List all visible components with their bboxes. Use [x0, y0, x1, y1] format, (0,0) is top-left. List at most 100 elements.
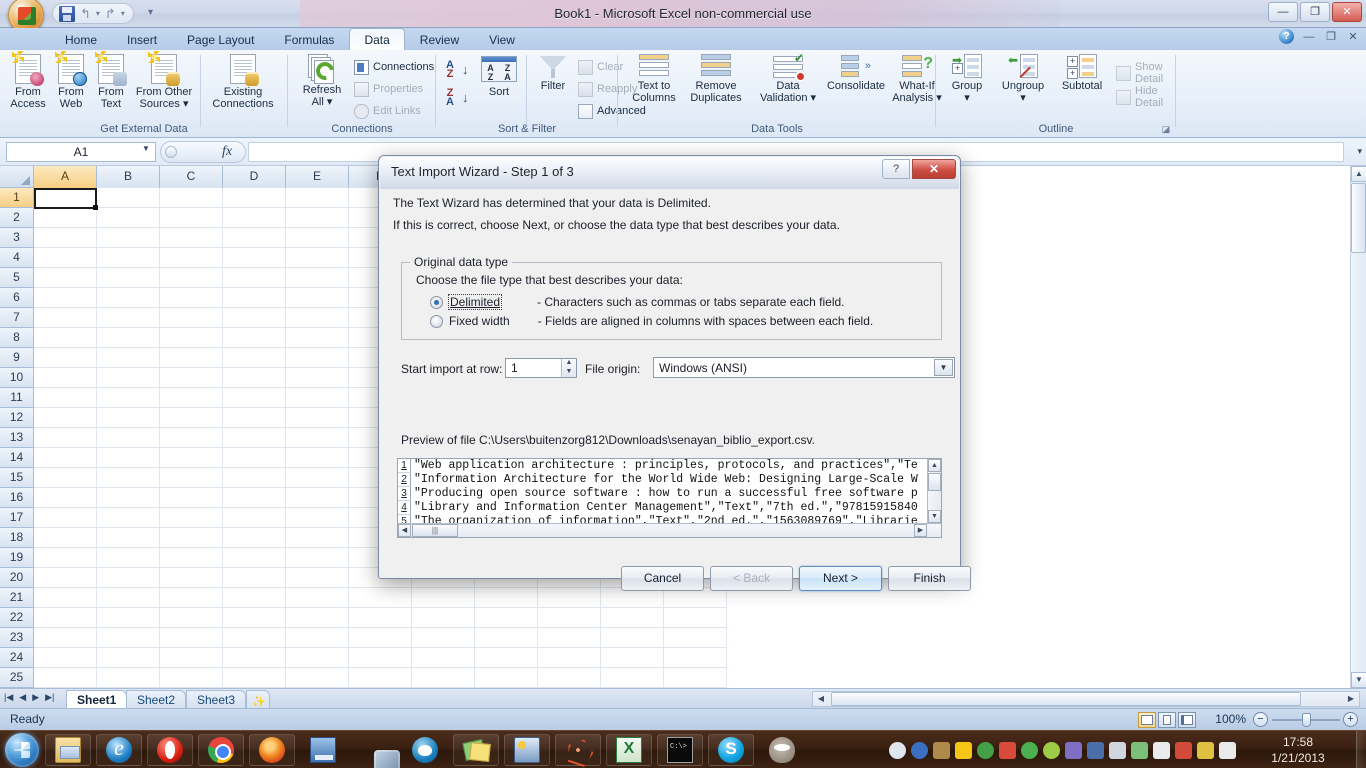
row-header-15[interactable]: 15: [0, 468, 34, 488]
delimited-radio-icon[interactable]: [430, 295, 443, 309]
cell-B17[interactable]: [97, 508, 160, 528]
finish-button[interactable]: Finish: [888, 566, 971, 591]
cell-E16[interactable]: [286, 488, 349, 508]
sheet-tab-sheet1[interactable]: Sheet1: [66, 690, 128, 709]
cell-C5[interactable]: [160, 268, 223, 288]
cell-S25[interactable]: [538, 668, 601, 688]
row-header-5[interactable]: 5: [0, 268, 34, 288]
dialog-help-button[interactable]: ?: [882, 159, 910, 179]
tray-icon-diamond[interactable]: [911, 741, 928, 759]
cell-C21[interactable]: [160, 588, 223, 608]
row-header-16[interactable]: 16: [0, 488, 34, 508]
cell-B2[interactable]: [97, 208, 160, 228]
cell-C8[interactable]: [160, 328, 223, 348]
cell-C14[interactable]: [160, 448, 223, 468]
preview-scroll-up-button[interactable]: ▲: [928, 459, 941, 472]
cell-C17[interactable]: [160, 508, 223, 528]
cell-C12[interactable]: [160, 408, 223, 428]
cell-A19[interactable]: [34, 548, 97, 568]
cell-E20[interactable]: [286, 568, 349, 588]
taskbar-item-skype[interactable]: [708, 734, 754, 766]
tray-icon-money[interactable]: [1131, 741, 1148, 759]
cell-S24[interactable]: [538, 648, 601, 668]
cell-S23[interactable]: [538, 628, 601, 648]
hide-detail-button[interactable]: Hide Detail: [1116, 85, 1176, 109]
nav-prev-sheet-button[interactable]: ◀: [19, 692, 26, 703]
tray-icon-folder-sync[interactable]: [933, 741, 950, 759]
cell-P21[interactable]: [349, 588, 412, 608]
row-header-18[interactable]: 18: [0, 528, 34, 548]
close-button[interactable]: ✕: [1332, 2, 1362, 22]
file-origin-dropdown-icon[interactable]: ▼: [934, 359, 953, 376]
cell-P25[interactable]: [349, 668, 412, 688]
cell-B23[interactable]: [97, 628, 160, 648]
cancel-button[interactable]: Cancel: [621, 566, 704, 591]
fixed-width-radio-icon[interactable]: [430, 314, 443, 328]
redo-icon[interactable]: ↱: [105, 6, 116, 22]
cell-D16[interactable]: [223, 488, 286, 508]
zoom-out-button[interactable]: −: [1253, 712, 1268, 727]
cell-R23[interactable]: [475, 628, 538, 648]
help-icon[interactable]: ?: [1279, 29, 1294, 44]
consolidate-button[interactable]: » Consolidate: [824, 54, 888, 92]
zoom-slider-thumb[interactable]: [1302, 713, 1311, 727]
cell-D20[interactable]: [223, 568, 286, 588]
cell-U25[interactable]: [664, 668, 727, 688]
cell-E19[interactable]: [286, 548, 349, 568]
cell-C16[interactable]: [160, 488, 223, 508]
row-header-1[interactable]: 1: [0, 188, 34, 208]
preview-vscroll-thumb[interactable]: [928, 473, 941, 491]
row-header-4[interactable]: 4: [0, 248, 34, 268]
taskbar-item-remote-desktop[interactable]: [300, 734, 346, 766]
cell-E3[interactable]: [286, 228, 349, 248]
cell-A5[interactable]: [34, 268, 97, 288]
next-button[interactable]: Next >: [799, 566, 882, 591]
horizontal-scroll-thumb[interactable]: [831, 692, 1301, 706]
preview-vertical-scrollbar[interactable]: ▲ ▼: [927, 459, 941, 523]
cell-D15[interactable]: [223, 468, 286, 488]
cell-B6[interactable]: [97, 288, 160, 308]
taskbar-item-command-prompt[interactable]: [657, 734, 703, 766]
from-text-button[interactable]: From Text: [92, 51, 130, 110]
cell-A15[interactable]: [34, 468, 97, 488]
row-header-11[interactable]: 11: [0, 388, 34, 408]
expand-formula-bar-icon[interactable]: ▾: [1357, 146, 1362, 157]
refresh-all-button[interactable]: Refresh All ▾: [294, 54, 350, 108]
cell-D9[interactable]: [223, 348, 286, 368]
show-detail-button[interactable]: Show Detail: [1116, 61, 1176, 85]
cell-A13[interactable]: [34, 428, 97, 448]
preview-horizontal-scrollbar[interactable]: ◀ ||| ▶: [398, 523, 941, 537]
data-validation-button[interactable]: ✔ Data Validation ▾: [752, 52, 824, 104]
nav-next-sheet-button[interactable]: ▶: [32, 692, 39, 703]
cell-E7[interactable]: [286, 308, 349, 328]
cell-A8[interactable]: [34, 328, 97, 348]
cell-B13[interactable]: [97, 428, 160, 448]
taskbar-item-google-chrome[interactable]: [198, 734, 244, 766]
active-cell-a1[interactable]: [34, 188, 98, 210]
cell-C25[interactable]: [160, 668, 223, 688]
normal-view-button[interactable]: [1138, 712, 1156, 728]
cell-T22[interactable]: [601, 608, 664, 628]
start-row-input[interactable]: 1 ▲ ▼: [505, 358, 577, 378]
save-icon[interactable]: [59, 5, 75, 22]
cell-D8[interactable]: [223, 328, 286, 348]
cell-D6[interactable]: [223, 288, 286, 308]
row-header-19[interactable]: 19: [0, 548, 34, 568]
cell-C11[interactable]: [160, 388, 223, 408]
zoom-level-label[interactable]: 100%: [1215, 712, 1246, 726]
tray-icon-flag[interactable]: [1153, 741, 1170, 759]
cell-E9[interactable]: [286, 348, 349, 368]
outline-dialog-launcher[interactable]: ◪: [1160, 123, 1172, 135]
cell-B19[interactable]: [97, 548, 160, 568]
zoom-in-button[interactable]: +: [1343, 712, 1358, 727]
subtotal-button[interactable]: + + Subtotal: [1054, 54, 1110, 92]
cell-R22[interactable]: [475, 608, 538, 628]
cell-A17[interactable]: [34, 508, 97, 528]
cell-B5[interactable]: [97, 268, 160, 288]
dialog-close-button[interactable]: ✕: [912, 159, 956, 179]
show-desktop-button[interactable]: [1356, 731, 1366, 768]
row-header-12[interactable]: 12: [0, 408, 34, 428]
tray-icon-cloud[interactable]: [889, 741, 906, 759]
tray-icon-download[interactable]: [1021, 741, 1038, 759]
cell-C4[interactable]: [160, 248, 223, 268]
